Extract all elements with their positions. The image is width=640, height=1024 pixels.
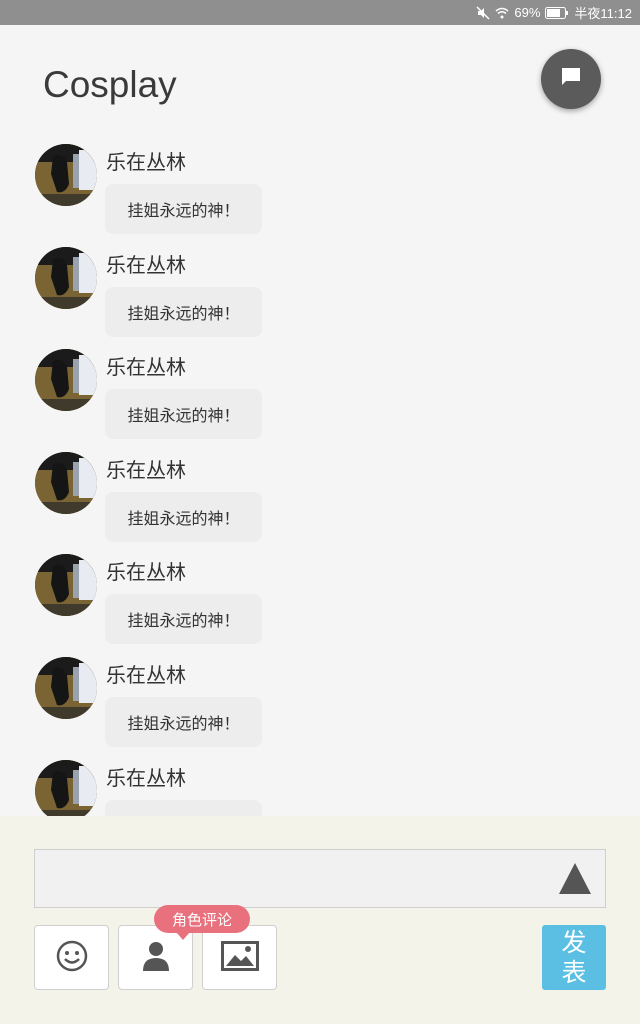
comment-item: 乐在丛林 挂姐永远的神！ [0,138,640,241]
chat-fab-button[interactable] [541,49,601,109]
comment-username: 乐在丛林 [106,355,186,380]
comment-username: 乐在丛林 [106,457,186,482]
avatar[interactable] [35,656,97,719]
mute-icon [476,5,490,20]
comment-item: 乐在丛林 挂姐永远的神！ [0,651,640,754]
comment-text: 挂姐永远的神！ [105,286,262,337]
wifi-icon [495,7,509,19]
avatar[interactable] [35,759,97,816]
comment-username: 乐在丛林 [106,765,186,790]
page-title: Cosplay [43,64,177,105]
triangle-up-icon[interactable] [559,863,591,894]
comment-list[interactable]: 乐在丛林 挂姐永远的神！ 乐在丛林 挂姐永远的神！ 乐在丛林 挂姐永远的神！ 乐… [0,138,640,816]
status-bar: 69% 半夜11:12 [0,0,640,25]
image-icon [220,940,259,975]
clock: 半夜11:12 [574,6,632,21]
chat-bubble-icon [559,65,583,93]
comment-input[interactable] [34,849,606,908]
emoji-icon [56,940,88,976]
comment-username: 乐在丛林 [106,252,186,277]
battery-percent: 69% [514,5,541,20]
comment-item: 乐在丛林 挂姐永远的神！ [0,548,640,651]
comment-item: 乐在丛林 挂姐永远的神！ [0,446,640,549]
comment-username: 乐在丛林 [106,560,186,585]
comment-item: 乐在丛林 挂姐永远的神！ [0,754,640,816]
person-icon [142,940,170,976]
role-comment-tooltip: 角色评论 [154,905,250,940]
comment-item: 乐在丛林 挂姐永远的神！ [0,241,640,344]
image-button[interactable] [202,925,277,990]
comment-username: 乐在丛林 [106,662,186,687]
comment-username: 乐在丛林 [106,150,186,174]
avatar[interactable] [35,451,97,514]
emoji-button[interactable] [34,925,109,990]
avatar[interactable] [35,349,97,412]
composer-panel: 角色评论 发表 [0,816,640,1024]
comment-text: 挂姐永远的神！ [105,389,262,440]
avatar[interactable] [35,246,97,309]
comment-text: 挂姐永远的神！ [105,491,262,542]
battery-charging-icon [545,6,569,19]
comment-item: 乐在丛林 挂姐永远的神！ [0,343,640,446]
comment-text: 挂姐永远的神！ [105,696,262,747]
send-button[interactable]: 发表 [542,925,606,990]
comment-text: 挂姐永远的神！ [105,184,262,234]
comment-text: 挂姐永远的神！ [105,799,262,816]
avatar[interactable] [35,554,97,617]
avatar[interactable] [35,144,97,206]
comment-text: 挂姐永远的神！ [105,594,262,645]
